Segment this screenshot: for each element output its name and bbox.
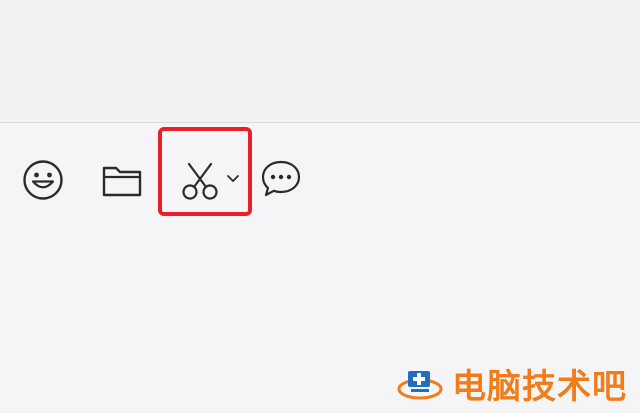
folder-icon — [102, 166, 142, 197]
chat-message-area — [0, 0, 640, 122]
smiley-face-icon — [23, 160, 63, 200]
watermark: 电脑技术吧 — [396, 361, 627, 407]
emoji-button[interactable] — [21, 158, 65, 202]
chat-history-button[interactable] — [259, 157, 303, 201]
highlight-box — [158, 127, 252, 216]
watermark-logo-icon — [397, 371, 443, 400]
send-file-button[interactable] — [100, 160, 144, 200]
watermark-text: 电脑技术吧 — [452, 366, 627, 407]
speech-bubble-icon — [261, 160, 301, 197]
